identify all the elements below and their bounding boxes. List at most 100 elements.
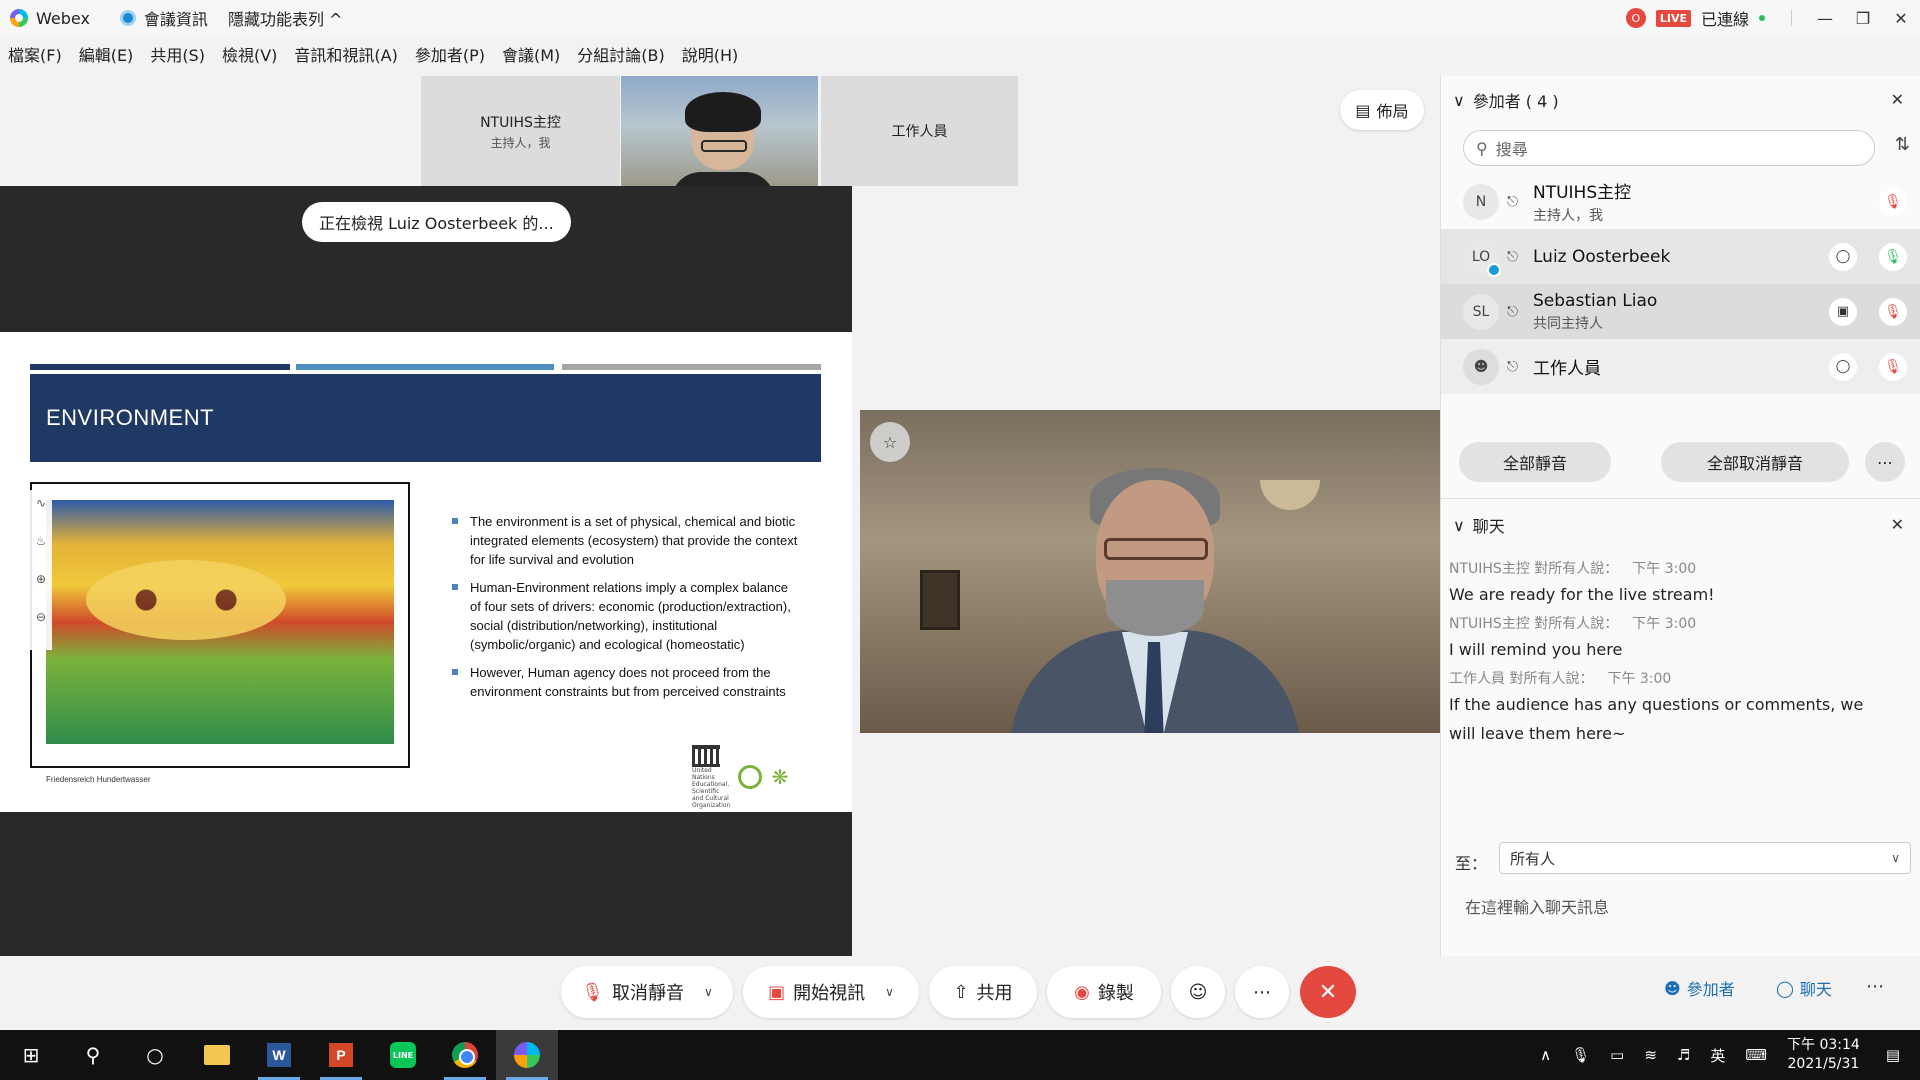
- mic-muted-icon[interactable]: 🎙: [1879, 297, 1907, 326]
- chat-message-input[interactable]: 在這裡輸入聊天訊息: [1465, 894, 1609, 918]
- unmute-all-button[interactable]: 全部取消靜音: [1661, 442, 1849, 482]
- mute-all-button[interactable]: 全部靜音: [1459, 442, 1611, 482]
- close-participants-icon[interactable]: ✕: [1891, 90, 1904, 109]
- powerpoint-icon[interactable]: P: [310, 1030, 372, 1080]
- menu-edit[interactable]: 編輯(E): [79, 42, 134, 66]
- chat-message-meta: 工作人員 對所有人說： 下午 3:00: [1449, 671, 1672, 687]
- chat-recipient-value: 所有人: [1510, 849, 1556, 868]
- video-camera-icon[interactable]: ▣: [1829, 297, 1857, 326]
- search-placeholder: 搜尋: [1495, 140, 1528, 159]
- chevron-down-icon[interactable]: ∨: [704, 985, 713, 999]
- chat-panel-button[interactable]: ◯ 聊天: [1776, 976, 1832, 1000]
- meeting-info-button[interactable]: 會議資訊: [100, 0, 208, 36]
- more-icon[interactable]: ⋯: [1866, 976, 1884, 997]
- record-button[interactable]: ◉ 錄製: [1047, 966, 1161, 1018]
- share-icon: ⇧: [953, 981, 969, 1003]
- line-icon[interactable]: LINE: [372, 1030, 434, 1080]
- cortana-icon[interactable]: ○: [124, 1030, 186, 1080]
- active-speaker-video[interactable]: [860, 410, 1440, 733]
- presenter-badge-icon: [1487, 262, 1501, 277]
- zoom-in-icon[interactable]: ⊕: [36, 572, 46, 586]
- share-button[interactable]: ⇧ 共用: [929, 966, 1037, 1018]
- menu-breakout[interactable]: 分組討論(B): [577, 42, 664, 66]
- avatar: SL: [1463, 293, 1499, 330]
- chat-bubble-icon[interactable]: ◯: [1829, 242, 1857, 271]
- end-meeting-button[interactable]: ✕: [1300, 966, 1356, 1018]
- menu-file[interactable]: 檔案(F): [8, 42, 62, 66]
- thumbnail-host[interactable]: NTUIHS主控 主持人，我: [421, 76, 620, 186]
- participant-search-input[interactable]: ⚲ 搜尋: [1463, 130, 1875, 166]
- close-icon[interactable]: ✕: [1882, 0, 1920, 36]
- menu-help[interactable]: 說明(H): [682, 42, 739, 66]
- file-explorer-icon[interactable]: [186, 1030, 248, 1080]
- sort-icon[interactable]: ⇅: [1895, 134, 1910, 155]
- chat-title: 聊天: [1472, 517, 1505, 536]
- chat-recipient-select[interactable]: 所有人 ∨: [1499, 842, 1911, 874]
- thumbnail-participant-video[interactable]: [621, 76, 818, 186]
- participants-panel-button[interactable]: ☻ 參加者: [1664, 976, 1735, 1000]
- participant-row[interactable]: ☻ ⎋ 工作人員 ◯ 🎙: [1441, 339, 1920, 394]
- menu-view[interactable]: 檢視(V): [222, 42, 277, 66]
- battery-icon[interactable]: ▭: [1610, 1046, 1624, 1064]
- chat-message-meta: NTUIHS主控 對所有人說： 下午 3:00: [1449, 616, 1697, 632]
- mic-muted-icon[interactable]: 🎙: [1879, 352, 1907, 381]
- word-icon[interactable]: W: [248, 1030, 310, 1080]
- start-video-label: 開始視訊: [793, 983, 866, 1004]
- participant-row[interactable]: SL ⎋ Sebastian Liao 共同主持人 ▣ 🎙: [1441, 284, 1920, 339]
- unitwin-logo-icon: [738, 765, 762, 789]
- app-title: Webex: [10, 0, 90, 36]
- artwork-caption: Friedensreich Hundertwasser: [46, 775, 151, 784]
- layout-label: 佈局: [1376, 102, 1409, 121]
- pin-icon[interactable]: ☆: [870, 422, 910, 462]
- meeting-controls: 🎙 取消靜音 ∨ ▣ 開始視訊 ∨ ⇧ 共用 ◉ 錄製 ☺ ⋯ ✕ ☻ 參加者 …: [0, 956, 1920, 1030]
- layout-button[interactable]: ▤ 佈局: [1340, 90, 1424, 130]
- chat-header[interactable]: ∨ 聊天: [1453, 513, 1505, 537]
- zoom-out-icon[interactable]: ⊖: [36, 610, 46, 624]
- participant-role: 主持人，我: [1533, 208, 1603, 224]
- ime-indicator[interactable]: 英: [1710, 1045, 1725, 1066]
- keyboard-icon[interactable]: ⌨: [1745, 1046, 1767, 1064]
- wifi-icon[interactable]: ≋: [1644, 1046, 1657, 1064]
- participant-role: 共同主持人: [1533, 315, 1603, 332]
- minimize-icon[interactable]: —: [1806, 0, 1844, 36]
- chat-message-text: I will remind you here: [1449, 640, 1623, 659]
- menu-audio-video[interactable]: 音訊和視訊(A): [294, 42, 397, 66]
- chevron-down-icon[interactable]: ∨: [885, 985, 894, 999]
- pen-icon[interactable]: ∿: [36, 496, 46, 510]
- menu-meeting[interactable]: 會議(M): [502, 42, 560, 66]
- hide-menu-button[interactable]: 隱藏功能表列 ^: [228, 0, 343, 36]
- recording-indicator-icon: O: [1625, 8, 1646, 28]
- close-chat-icon[interactable]: ✕: [1891, 515, 1904, 534]
- chat-bubble-icon[interactable]: ◯: [1829, 352, 1857, 381]
- search-icon[interactable]: ⚲: [62, 1030, 124, 1080]
- notification-icon[interactable]: ▤: [1886, 1046, 1900, 1064]
- unmute-button[interactable]: 🎙 取消靜音 ∨: [561, 966, 733, 1018]
- clock[interactable]: 下午 03:14 2021/5/31: [1787, 1036, 1860, 1074]
- thumbnail-staff-name: 工作人員: [891, 124, 948, 140]
- headset-icon: ⎋: [1507, 358, 1519, 375]
- participant-row[interactable]: LO ⎋ Luiz Oosterbeek ◯ 🎙: [1441, 229, 1920, 284]
- speaker-beard: [1106, 580, 1204, 636]
- chrome-icon[interactable]: [434, 1030, 496, 1080]
- mic-muted-icon[interactable]: 🎙: [1879, 187, 1907, 216]
- more-options-button[interactable]: ⋯: [1235, 966, 1289, 1018]
- mic-active-icon[interactable]: 🎙: [1879, 242, 1907, 271]
- menu-share[interactable]: 共用(S): [150, 42, 205, 66]
- participants-header[interactable]: ∨ 參加者 ( 4 ): [1453, 88, 1559, 112]
- eraser-icon[interactable]: ♨: [36, 534, 47, 548]
- windows-start-icon[interactable]: ⊞: [0, 1030, 62, 1080]
- chat-message-text: We are ready for the live stream!: [1449, 585, 1715, 604]
- menu-participant[interactable]: 參加者(P): [415, 42, 485, 66]
- slide-bar-2: [296, 364, 554, 370]
- microphone-icon[interactable]: 🎙: [1571, 1046, 1590, 1064]
- start-video-button[interactable]: ▣ 開始視訊 ∨: [743, 966, 919, 1018]
- more-options-icon[interactable]: ⋯: [1865, 442, 1905, 482]
- thumbnail-staff[interactable]: 工作人員: [821, 76, 1018, 186]
- participant-row[interactable]: N ⎋ NTUIHS主控 主持人，我 🎙: [1441, 174, 1920, 229]
- clock-time: 下午 03:14: [1787, 1037, 1860, 1053]
- webex-taskbar-icon[interactable]: [496, 1030, 558, 1080]
- volume-icon[interactable]: ♬: [1677, 1046, 1690, 1064]
- chevron-up-icon[interactable]: ∧: [1540, 1046, 1551, 1064]
- restore-icon[interactable]: ❐: [1844, 0, 1882, 36]
- reactions-button[interactable]: ☺: [1171, 966, 1225, 1018]
